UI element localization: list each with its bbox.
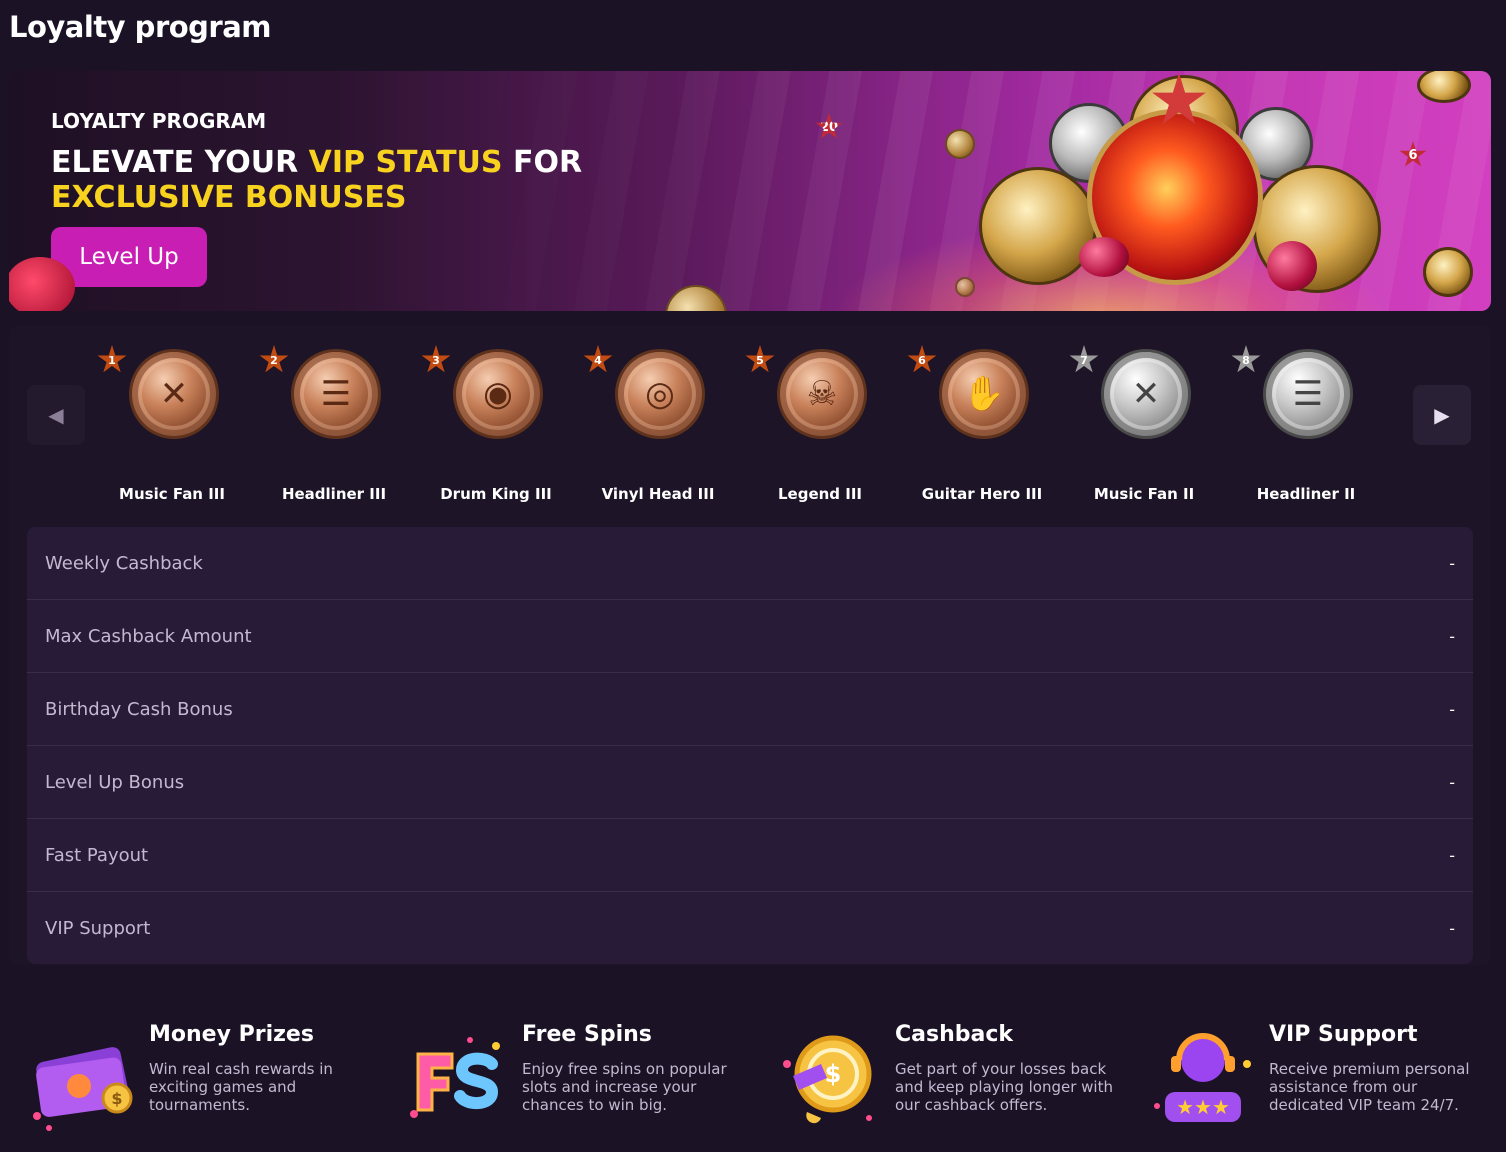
level-name: Vinyl Head III: [601, 485, 715, 503]
crossed-drumsticks-medal-icon: ✕: [129, 349, 219, 439]
headline-highlight-1: VIP STATUS: [308, 145, 503, 180]
feature-title: Free Spins: [522, 1022, 652, 1047]
small-gold-coin-icon: [1423, 247, 1473, 297]
level-item[interactable]: ✕ 7 Music Fan II: [1069, 345, 1219, 503]
level-name: Headliner II: [1256, 485, 1356, 503]
benefit-label: Level Up Bonus: [45, 771, 185, 793]
floating-coin-icon: [955, 277, 975, 297]
level-name: Music Fan II: [1093, 485, 1195, 503]
benefit-value: -: [1449, 772, 1455, 792]
benefit-row: Birthday Cash Bonus -: [27, 673, 1473, 746]
level-benefits-table: Weekly Cashback - Max Cashback Amount - …: [27, 527, 1473, 964]
microphone-medal-icon: ☰: [1263, 349, 1353, 439]
benefit-value: -: [1449, 699, 1455, 719]
feature-card: ★★★ VIP Support Receive premium personal…: [1147, 1010, 1487, 1150]
benefit-row: Fast Payout -: [27, 819, 1473, 892]
rock-hand-gold-medal-icon: [979, 167, 1097, 285]
level-item[interactable]: ☰ 8 Headliner II: [1231, 345, 1381, 503]
svg-text:$: $: [111, 1089, 122, 1108]
level-number-badge: 7: [1069, 345, 1099, 373]
feature-card: $ Money Prizes Win real cash rewards in …: [27, 1010, 367, 1150]
carousel-prev-button[interactable]: ◀: [27, 385, 85, 445]
level-up-button[interactable]: Level Up: [51, 227, 207, 287]
level-item[interactable]: ✕ 1 Music Fan III: [97, 345, 247, 503]
level-number-badge: 3: [421, 345, 451, 373]
free-spins-icon: [410, 1037, 500, 1118]
feature-description: Enjoy free spins on popular slots and in…: [522, 1060, 727, 1114]
level-number-badge: 5: [745, 345, 775, 373]
page-title: Loyalty program: [9, 10, 272, 44]
feature-description: Receive premium personal assistance from…: [1269, 1060, 1470, 1114]
features-section: $ Money Prizes Win real cash rewards in …: [27, 1010, 1473, 1150]
drum-kit-medal-icon: ◉: [453, 349, 543, 439]
carousel-next-button[interactable]: ▶: [1413, 385, 1471, 445]
level-name: Music Fan III: [119, 485, 225, 503]
benefit-row: Level Up Bonus -: [27, 746, 1473, 819]
level-name: Drum King III: [440, 485, 552, 503]
vinyl-record-medal-icon: ◎: [615, 349, 705, 439]
benefit-value: -: [1449, 626, 1455, 646]
benefit-row: Weekly Cashback -: [27, 527, 1473, 600]
headline-part-1: ELEVATE YOUR: [51, 145, 309, 180]
loyalty-hero-banner: LOYALTY PROGRAM ELEVATE YOUR VIP STATUS …: [9, 71, 1491, 311]
hero-eyebrow: LOYALTY PROGRAM: [51, 109, 267, 133]
skull-medal-icon: ☠: [777, 349, 867, 439]
level-item[interactable]: ☰ 2 Headliner III: [259, 345, 409, 503]
feature-description: Win real cash rewards in exciting games …: [149, 1060, 333, 1114]
level-number-badge: 8: [1231, 345, 1261, 373]
benefit-label: Birthday Cash Bonus: [45, 698, 233, 720]
microphone-medal-icon: ☰: [291, 349, 381, 439]
lips-icon: [1079, 237, 1129, 277]
level-number-badge: 2: [259, 345, 289, 373]
level-name: Guitar Hero III: [921, 485, 1043, 503]
feature-title: Cashback: [895, 1022, 1014, 1047]
benefit-label: Fast Payout: [45, 844, 149, 866]
small-gold-coin-icon: [1417, 71, 1471, 103]
headline-highlight-2: EXCLUSIVE BONUSES: [51, 180, 407, 215]
hero-headline: ELEVATE YOUR VIP STATUS FOR EXCLUSIVE BON…: [51, 145, 611, 215]
level-number-badge: 6: [907, 345, 937, 373]
benefit-value: -: [1449, 919, 1455, 938]
feature-description: Get part of your losses back and keep pl…: [895, 1060, 1113, 1114]
benefit-value: -: [1449, 553, 1455, 573]
lips-decoration-icon: [9, 257, 75, 311]
feature-title: Money Prizes: [149, 1022, 314, 1047]
crossed-drumsticks-medal-icon: ✕: [1101, 349, 1191, 439]
level-item[interactable]: ☠ 5 Legend III: [745, 345, 895, 503]
cashback-coin-icon: $: [783, 1035, 872, 1124]
benefit-label: Max Cashback Amount: [45, 625, 252, 647]
level-name: Headliner III: [281, 485, 387, 503]
level-number-badge: 4: [583, 345, 613, 373]
chevron-right-icon: ▶: [1434, 403, 1450, 427]
hero-medal-cluster: [977, 71, 1491, 311]
level-number-badge: 1: [97, 345, 127, 373]
feature-card: $ Cashback Get part of your losses back …: [773, 1010, 1113, 1150]
vip-support-agent-icon: ★★★: [1154, 1033, 1251, 1122]
level-item[interactable]: ✋ 6 Guitar Hero III: [907, 345, 1057, 503]
rock-hand-medal-icon: ✋: [939, 349, 1029, 439]
benefit-row: Max Cashback Amount -: [27, 600, 1473, 673]
chevron-left-icon: ◀: [48, 403, 64, 427]
svg-text:$: $: [825, 1060, 842, 1088]
benefit-row: VIP Support -: [27, 892, 1473, 964]
feature-card: Free Spins Enjoy free spins on popular s…: [400, 1010, 740, 1150]
cherry-icon: [1267, 241, 1317, 291]
level-name: Legend III: [777, 485, 863, 503]
feature-title: VIP Support: [1269, 1022, 1418, 1047]
money-bills-icon: $: [33, 1047, 133, 1131]
benefit-label: Weekly Cashback: [45, 552, 203, 574]
benefit-label: VIP Support: [45, 918, 151, 939]
level-item[interactable]: ◎ 4 Vinyl Head III: [583, 345, 733, 503]
benefit-value: -: [1449, 845, 1455, 865]
svg-text:★★★: ★★★: [1176, 1095, 1230, 1119]
level-item[interactable]: ◉ 3 Drum King III: [421, 345, 571, 503]
headline-part-2: FOR: [502, 145, 583, 180]
floating-coin-icon: [945, 129, 975, 159]
